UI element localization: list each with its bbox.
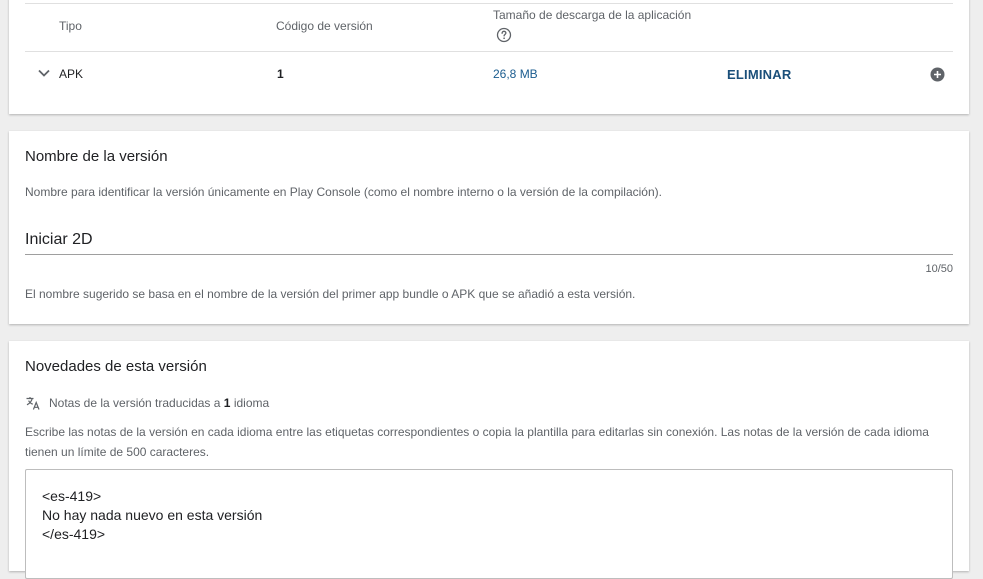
translate-icon xyxy=(26,397,40,410)
version-name-title: Nombre de la versión xyxy=(25,148,168,165)
release-notes-textarea[interactable]: <es-419> No hay nada nuevo en esta versi… xyxy=(25,469,953,579)
character-counter: 10/50 xyxy=(925,263,953,275)
translated-languages-info: Notas de la versión traducidas a 1 idiom… xyxy=(49,396,269,410)
chevron-down-icon[interactable] xyxy=(38,69,50,77)
bundles-table-card: Tipo Código de versión Tamaño de descarg… xyxy=(9,0,969,114)
row-type: APK xyxy=(59,67,84,81)
release-notes-description: Escribe las notas de la versión en cada … xyxy=(25,425,929,459)
translated-prefix: Notas de la versión traducidas a xyxy=(49,396,221,410)
version-name-hint: El nombre sugerido se basa en el nombre … xyxy=(25,287,636,301)
row-download-size[interactable]: 26,8 MB xyxy=(493,67,538,81)
release-notes-title: Novedades de esta versión xyxy=(25,358,207,375)
translated-suffix: idioma xyxy=(233,396,270,410)
help-icon[interactable] xyxy=(496,27,512,43)
version-name-input[interactable] xyxy=(25,225,953,255)
version-name-card: Nombre de la versión Nombre para identif… xyxy=(9,131,969,324)
version-name-description: Nombre para identificar la versión única… xyxy=(25,185,662,199)
column-header-download-size: Tamaño de descarga de la aplicación xyxy=(493,8,692,22)
column-header-type: Tipo xyxy=(59,19,82,33)
add-circle-icon[interactable] xyxy=(930,67,945,82)
divider xyxy=(25,3,953,4)
remove-button[interactable]: ELIMINAR xyxy=(727,67,791,82)
release-notes-card: Novedades de esta versión Notas de la ve… xyxy=(9,341,969,579)
translated-count: 1 xyxy=(223,396,231,410)
column-header-version-code: Código de versión xyxy=(276,19,373,33)
row-version-code: 1 xyxy=(277,67,284,81)
divider xyxy=(25,51,953,52)
